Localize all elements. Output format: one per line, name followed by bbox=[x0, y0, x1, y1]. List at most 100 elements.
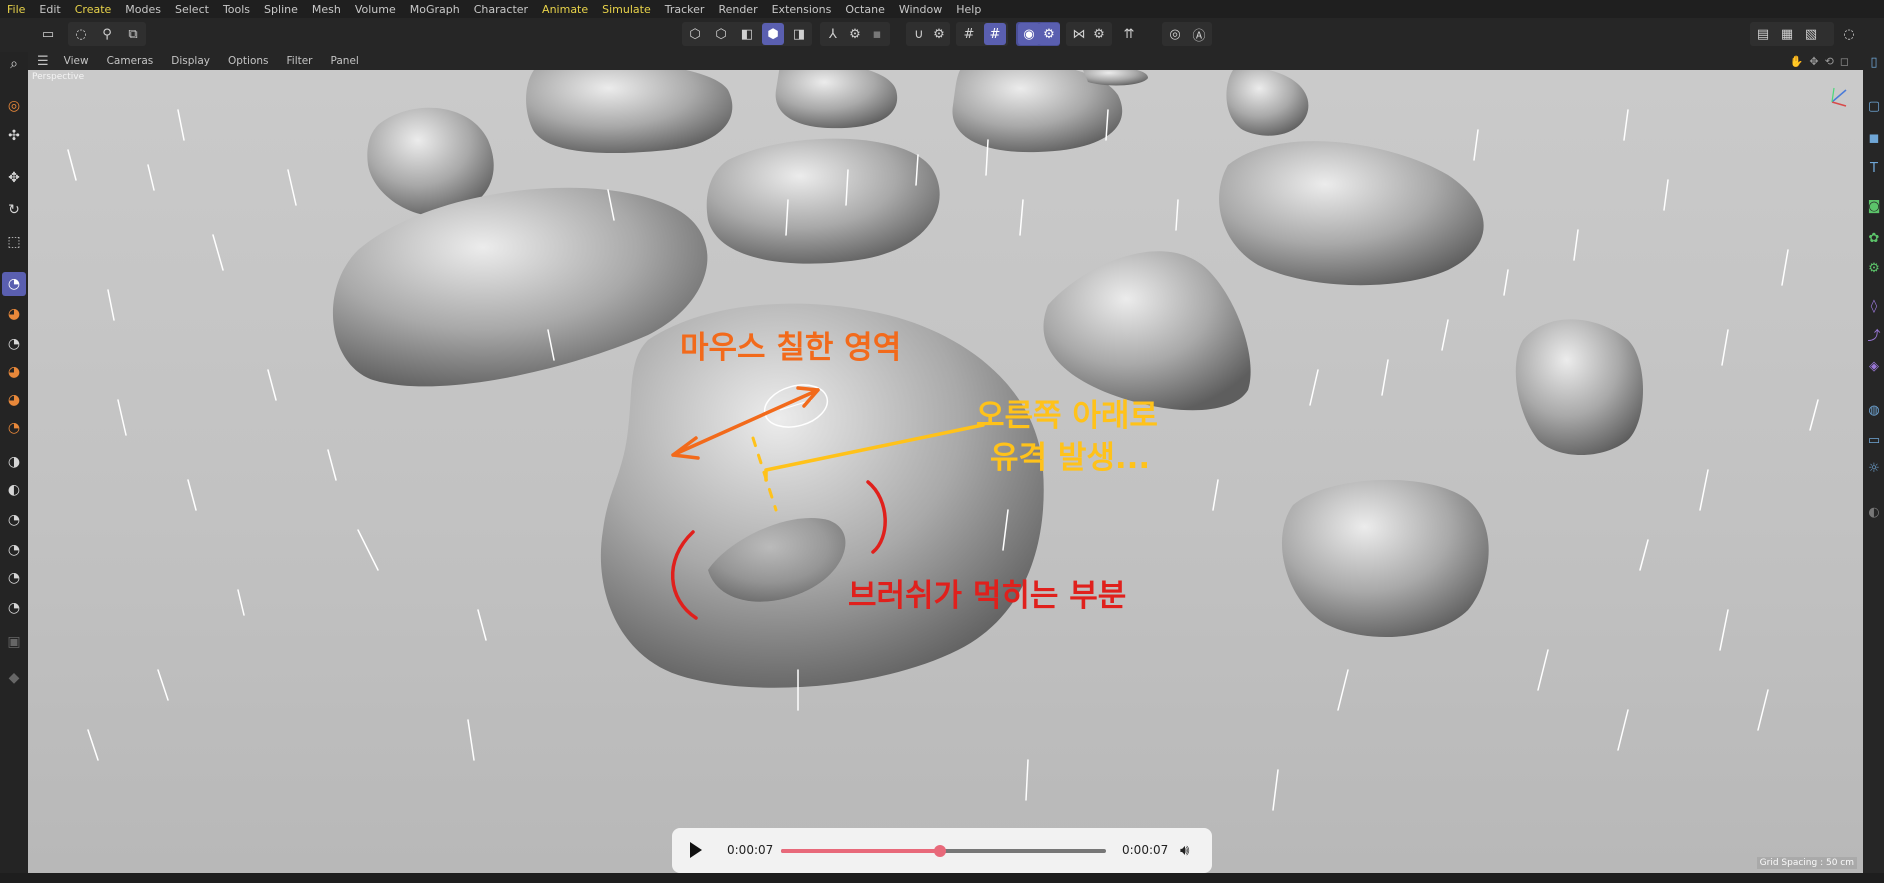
layout-icon[interactable]: ◌ bbox=[1838, 23, 1860, 45]
menu-tools[interactable]: Tools bbox=[216, 3, 257, 16]
sculpt-pull-icon[interactable]: ◔ bbox=[2, 272, 26, 296]
generator-icon[interactable]: ◙ bbox=[1865, 196, 1883, 216]
menu-character[interactable]: Character bbox=[467, 3, 535, 16]
search-icon[interactable]: ⌕ bbox=[2, 52, 26, 76]
bend-icon[interactable]: ⤴ bbox=[1865, 324, 1883, 344]
sculpt-scrape-icon[interactable]: ◔ bbox=[2, 508, 26, 532]
3d-viewport[interactable]: Perspective Grid Spacing : 50 cm 마우스 칠한 … bbox=[28, 70, 1863, 873]
rock bbox=[1515, 319, 1643, 455]
viewport-nav-icons[interactable]: ✋✥⟲◻ bbox=[1790, 55, 1855, 68]
viewport-menu-filter[interactable]: Filter bbox=[278, 55, 322, 67]
rotate-icon[interactable]: ↻ bbox=[2, 198, 26, 222]
viewport-menu-view[interactable]: View bbox=[55, 55, 98, 67]
camera-icon[interactable]: ◐ bbox=[1865, 502, 1883, 522]
volume-icon[interactable]: 🔊︎ bbox=[1180, 841, 1189, 859]
sculpt-smooth-icon[interactable]: ◔ bbox=[2, 332, 26, 356]
menu-mograph[interactable]: MoGraph bbox=[403, 3, 467, 16]
menu-animate[interactable]: Animate bbox=[535, 3, 595, 16]
menu-create[interactable]: Create bbox=[68, 3, 119, 16]
menu-spline[interactable]: Spline bbox=[257, 3, 305, 16]
globe-icon[interactable]: ◍ bbox=[1865, 400, 1883, 420]
cube-outline-icon[interactable]: ▢ bbox=[1865, 96, 1883, 116]
rock bbox=[526, 70, 733, 154]
render-settings-icon[interactable]: ▧ bbox=[1800, 23, 1822, 45]
sculpt-wax-icon[interactable]: ◔ bbox=[2, 416, 26, 440]
grid-snap-icon[interactable]: # bbox=[958, 23, 980, 45]
selection-arrow-icon[interactable]: ◎ bbox=[2, 94, 26, 118]
magnet-icon[interactable]: ∪ bbox=[908, 23, 930, 45]
menu-extensions[interactable]: Extensions bbox=[765, 3, 839, 16]
sculpt-fill-icon[interactable]: ◐ bbox=[2, 478, 26, 502]
sculpt-amplify-icon[interactable]: ◔ bbox=[2, 566, 26, 590]
viewport-menu-cameras[interactable]: Cameras bbox=[98, 55, 163, 67]
move-icon[interactable]: ✥ bbox=[2, 166, 26, 190]
undo-history-icon[interactable]: ▭ bbox=[37, 23, 59, 45]
move-axis-icon[interactable]: ⚲ bbox=[96, 23, 118, 45]
menu-render[interactable]: Render bbox=[711, 3, 764, 16]
hamburger-menu-icon[interactable]: ☰ bbox=[28, 54, 55, 69]
axis-icon[interactable]: ⅄ bbox=[822, 23, 844, 45]
menu-tracker[interactable]: Tracker bbox=[658, 3, 712, 16]
sculpt-pinch-icon[interactable]: ◕ bbox=[2, 388, 26, 412]
menu-select[interactable]: Select bbox=[168, 3, 216, 16]
menu-mesh[interactable]: Mesh bbox=[305, 3, 348, 16]
menu-octane[interactable]: Octane bbox=[838, 3, 892, 16]
play-icon[interactable] bbox=[690, 842, 702, 858]
sculpt-flatten-icon[interactable]: ◑ bbox=[2, 450, 26, 474]
axis-lock-icon[interactable]: ▪ bbox=[866, 23, 888, 45]
render-view-icon[interactable]: ◎ bbox=[1164, 23, 1186, 45]
polygons-mode-icon[interactable]: ◧ bbox=[736, 23, 758, 45]
manager-icon[interactable]: ▯ bbox=[1865, 52, 1883, 72]
render-picture-icon[interactable]: Ⓐ bbox=[1188, 23, 1210, 45]
menu-window[interactable]: Window bbox=[892, 3, 949, 16]
sculpt-grab-icon[interactable]: ◕ bbox=[2, 302, 26, 326]
sculpt-inflate-icon[interactable]: ◕ bbox=[2, 360, 26, 384]
object-mode-icon[interactable]: ◨ bbox=[788, 23, 810, 45]
cube-icon[interactable]: ◼ bbox=[1865, 128, 1883, 148]
magnet-settings-gear-icon[interactable]: ⚙ bbox=[928, 23, 950, 45]
frame-select-icon[interactable]: ⧉ bbox=[122, 23, 144, 45]
render-region-icon[interactable]: ▤ bbox=[1752, 23, 1774, 45]
viewport-menu-panel[interactable]: Panel bbox=[322, 55, 368, 67]
menu-modes[interactable]: Modes bbox=[118, 3, 168, 16]
field-icon[interactable]: ◈ bbox=[1865, 356, 1883, 376]
annotation-brush-blocked: 브러쉬가 먹히는 부분 bbox=[848, 578, 1127, 614]
progress-thumb[interactable] bbox=[934, 845, 947, 857]
sculpt-erase-icon[interactable]: ◔ bbox=[2, 596, 26, 620]
solo-settings-gear-icon[interactable]: ⚙ bbox=[1038, 23, 1060, 45]
effector-gear-icon[interactable]: ⚙ bbox=[1865, 258, 1883, 278]
text-icon[interactable]: T bbox=[1865, 158, 1883, 178]
model-mode-icon[interactable]: ⬢ bbox=[762, 23, 784, 45]
menu-help[interactable]: Help bbox=[949, 3, 988, 16]
sculpt-knife-icon[interactable]: ◔ bbox=[2, 538, 26, 562]
viewport-menu-options[interactable]: Options bbox=[219, 55, 278, 67]
points-mode-icon[interactable]: ⬡ bbox=[684, 23, 706, 45]
cloner-icon[interactable]: ✿ bbox=[1865, 228, 1883, 248]
symmetry-settings-gear-icon[interactable]: ⚙ bbox=[1088, 23, 1110, 45]
viewport-menu-display[interactable]: Display bbox=[162, 55, 219, 67]
solo-icon[interactable]: ◉ bbox=[1018, 23, 1040, 45]
menu-volume[interactable]: Volume bbox=[348, 3, 403, 16]
menu-edit[interactable]: Edit bbox=[32, 3, 67, 16]
tweak-icon[interactable]: ✣ bbox=[2, 124, 26, 148]
progress-track[interactable] bbox=[781, 845, 1106, 857]
symmetry-icon[interactable]: ⋈ bbox=[1068, 23, 1090, 45]
workplane-snap-icon[interactable]: # bbox=[984, 23, 1006, 45]
deformer-icon[interactable]: ◊ bbox=[1865, 296, 1883, 316]
scale-icon[interactable]: ⬚ bbox=[2, 230, 26, 254]
edges-mode-icon[interactable]: ⬡ bbox=[710, 23, 732, 45]
axis-settings-gear-icon[interactable]: ⚙ bbox=[844, 23, 866, 45]
eraser-icon[interactable]: ◆ bbox=[2, 666, 26, 690]
light-icon[interactable]: ☼ bbox=[1865, 458, 1883, 478]
align-up-icon[interactable]: ⇈ bbox=[1118, 23, 1140, 45]
menu-simulate[interactable]: Simulate bbox=[595, 3, 658, 16]
right-tool-palette: ▯ ▢ ◼ T ◙ ✿ ⚙ ◊ ⤴ ◈ ◍ ▭ ☼ ◐ bbox=[1863, 52, 1884, 883]
live-selection-icon[interactable]: ◌ bbox=[70, 23, 92, 45]
render-active-view-icon[interactable]: ▦ bbox=[1776, 23, 1798, 45]
rock bbox=[1281, 479, 1489, 637]
mask-icon[interactable]: ▣ bbox=[2, 630, 26, 654]
camera-label[interactable]: Perspective bbox=[32, 72, 84, 82]
video-player-controls: 0:00:07 0:00:07 🔊︎ bbox=[672, 828, 1212, 873]
floor-icon[interactable]: ▭ bbox=[1865, 430, 1883, 450]
menu-file[interactable]: File bbox=[0, 3, 32, 16]
